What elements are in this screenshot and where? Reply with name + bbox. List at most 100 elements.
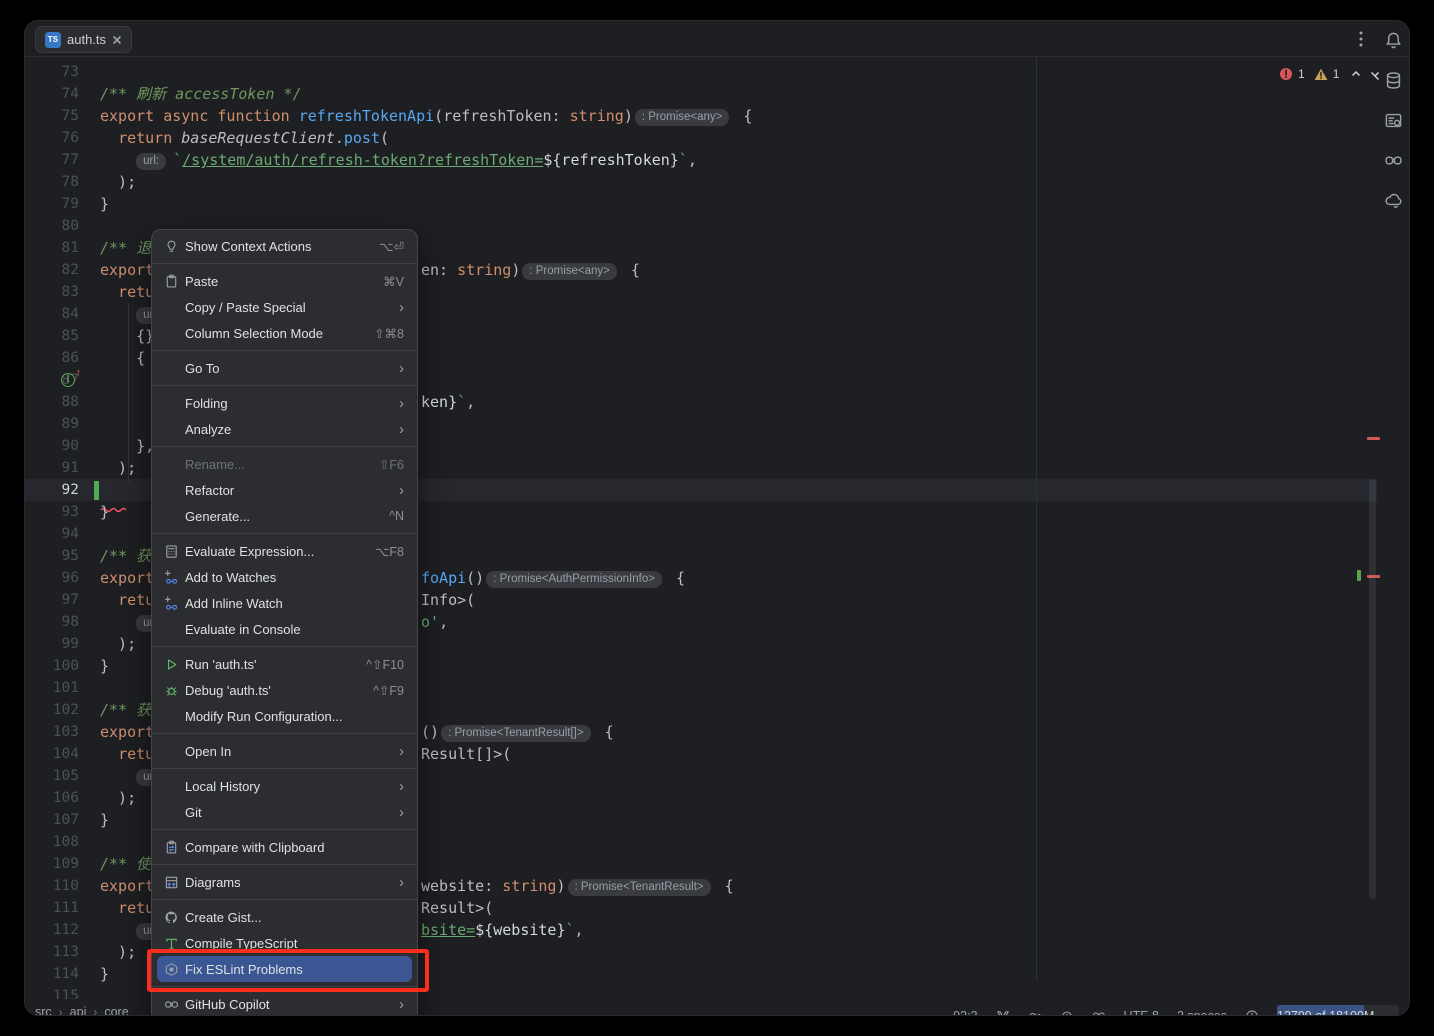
line-number[interactable]: 98 [25, 611, 79, 633]
line-number[interactable]: 96 [25, 567, 79, 589]
line-number[interactable]: 99 [25, 633, 79, 655]
menu-item-label: Rename... [185, 457, 359, 472]
cloud-icon[interactable] [1384, 191, 1403, 210]
line-number[interactable]: 97 [25, 589, 79, 611]
code-line[interactable]: 78 ); [25, 171, 1377, 193]
menu-item-label: Show Context Actions [185, 239, 359, 254]
close-tab-icon[interactable] [112, 35, 122, 45]
breadcrumb[interactable]: src›api›core [35, 1005, 129, 1016]
breadcrumb-item-api[interactable]: api [70, 1005, 87, 1016]
prettier-icon-widget[interactable] [1028, 1009, 1042, 1016]
menu-item-copy-paste-special[interactable]: Copy / Paste Special [157, 294, 412, 320]
line-number[interactable]: 79 [25, 193, 79, 215]
line-number[interactable]: 92 [25, 479, 79, 501]
line-number[interactable]: 110 [25, 875, 79, 897]
line-number[interactable]: 73 [25, 61, 79, 83]
line-number[interactable]: 103 [25, 721, 79, 743]
line-number[interactable]: 113 [25, 941, 79, 963]
menu-item-diagrams[interactable]: Diagrams [157, 869, 412, 895]
menu-item-debug-auth-ts[interactable]: Debug 'auth.ts'^⇧F9 [157, 677, 412, 703]
editor-scrollbar[interactable] [1369, 479, 1376, 899]
line-number[interactable]: 111 [25, 897, 79, 919]
intention-gutter-icon[interactable]: I↑ [61, 373, 75, 387]
line-number[interactable]: 80 [25, 215, 79, 237]
line-number[interactable]: 93 [25, 501, 79, 523]
menu-item-evaluate-expression[interactable]: Evaluate Expression...⌥F8 [157, 538, 412, 564]
database-icon[interactable] [1384, 71, 1403, 90]
copilot-icon[interactable] [1384, 151, 1403, 170]
line-number[interactable]: 77 [25, 149, 79, 171]
menu-item-column-selection-mode[interactable]: Column Selection Mode⇧⌘8 [157, 320, 412, 346]
menu-item-run-auth-ts[interactable]: Run 'auth.ts'^⇧F10 [157, 651, 412, 677]
line-number[interactable]: 85 [25, 325, 79, 347]
code-line[interactable]: 75export async function refreshTokenApi(… [25, 105, 1377, 127]
line-number[interactable]: 102 [25, 699, 79, 721]
vue-icon-widget[interactable] [996, 1009, 1010, 1016]
line-number[interactable]: 105 [25, 765, 79, 787]
menu-item-analyze[interactable]: Analyze [157, 416, 412, 442]
menu-item-paste[interactable]: Paste⌘V [157, 268, 412, 294]
line-number[interactable]: 86 [25, 347, 79, 369]
line-number[interactable]: 75 [25, 105, 79, 127]
breadcrumb-item-src[interactable]: src [35, 1005, 52, 1016]
menu-item-add-inline-watch[interactable]: Add Inline Watch [157, 590, 412, 616]
line-number[interactable]: 100 [25, 655, 79, 677]
line-number[interactable]: 82 [25, 259, 79, 281]
code-token: Result[]>( [421, 745, 511, 763]
line-number[interactable]: 90 [25, 435, 79, 457]
line-number[interactable]: 89 [25, 413, 79, 435]
menu-item-generate[interactable]: Generate...^N [157, 503, 412, 529]
menu-item-open-in[interactable]: Open In [157, 738, 412, 764]
menu-item-refactor[interactable]: Refactor [157, 477, 412, 503]
menu-icon-placeholder [164, 300, 185, 315]
line-number[interactable]: 91 [25, 457, 79, 479]
more-options-icon[interactable] [1353, 29, 1369, 49]
eslint-status-icon-widget[interactable] [1060, 1009, 1074, 1016]
indent[interactable]: 2 spaces [1177, 1009, 1227, 1016]
menu-item-modify-run-configuration[interactable]: Modify Run Configuration... [157, 703, 412, 729]
menu-item-evaluate-in-console[interactable]: Evaluate in Console [157, 616, 412, 642]
line-number[interactable]: 107 [25, 809, 79, 831]
menu-item-github-copilot[interactable]: GitHub Copilot [157, 991, 412, 1016]
line-number[interactable]: 83 [25, 281, 79, 303]
bell-icon[interactable] [1384, 31, 1403, 50]
line-number[interactable]: 112 [25, 919, 79, 941]
line-number[interactable]: 94 [25, 523, 79, 545]
line-number[interactable]: 76 [25, 127, 79, 149]
menu-item-add-to-watches[interactable]: Add to Watches [157, 564, 412, 590]
code-line[interactable]: 73 [25, 61, 1377, 83]
encoding[interactable]: UTF-8 [1124, 1009, 1159, 1016]
code-line[interactable]: 79} [25, 193, 1377, 215]
tab-auth-ts[interactable]: TS auth.ts [35, 26, 132, 53]
line-number[interactable]: 74 [25, 83, 79, 105]
code-token: export [100, 261, 154, 279]
copilot-status-icon-widget[interactable] [1092, 1009, 1106, 1016]
menu-item-go-to[interactable]: Go To [157, 355, 412, 381]
code-line[interactable]: 74/** 刷新 accessToken */ [25, 83, 1377, 105]
caret-position[interactable]: 92:3 [953, 1009, 977, 1016]
line-number[interactable]: 106 [25, 787, 79, 809]
warning-circle-icon-widget[interactable] [1245, 1009, 1259, 1016]
line-number[interactable]: 88 [25, 391, 79, 413]
line-number[interactable]: 108 [25, 831, 79, 853]
menu-item-git[interactable]: Git [157, 799, 412, 825]
line-number[interactable]: 104 [25, 743, 79, 765]
memory-indicator[interactable]: 12799 of 18100M [1277, 1005, 1399, 1016]
copilot-icon [164, 997, 185, 1012]
menu-item-create-gist[interactable]: Create Gist... [157, 904, 412, 930]
code-line[interactable]: 76 return baseRequestClient.post( [25, 127, 1377, 149]
menu-item-folding[interactable]: Folding [157, 390, 412, 416]
endpoints-icon[interactable] [1384, 111, 1403, 130]
line-number[interactable]: 81 [25, 237, 79, 259]
menu-item-local-history[interactable]: Local History [157, 773, 412, 799]
line-number[interactable]: 95 [25, 545, 79, 567]
line-number[interactable]: 84 [25, 303, 79, 325]
line-number[interactable]: 78 [25, 171, 79, 193]
line-number[interactable]: 109 [25, 853, 79, 875]
line-number[interactable]: 114 [25, 963, 79, 985]
code-line[interactable]: 77 url:`/system/auth/refresh-token?refre… [25, 149, 1377, 171]
line-number[interactable]: 101 [25, 677, 79, 699]
breadcrumb-item-core[interactable]: core [104, 1005, 128, 1016]
menu-item-show-context-actions[interactable]: Show Context Actions⌥⏎ [157, 233, 412, 259]
menu-item-compare-with-clipboard[interactable]: Compare with Clipboard [157, 834, 412, 860]
